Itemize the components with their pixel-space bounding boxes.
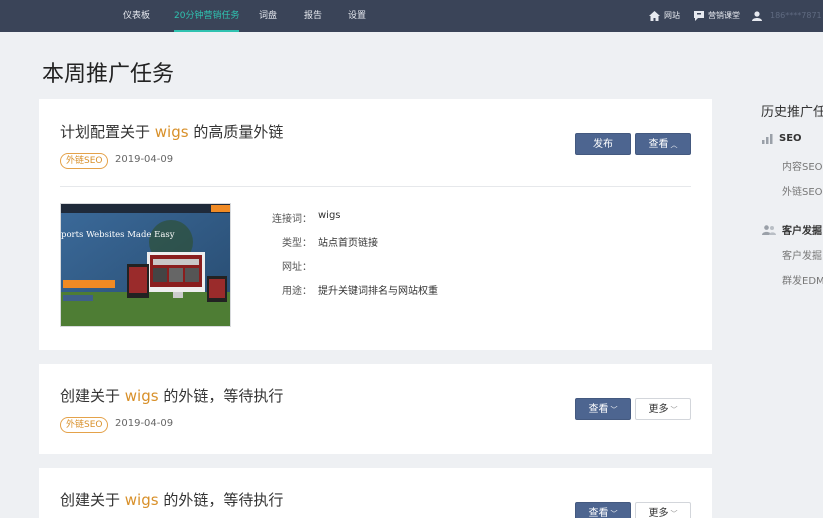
page-title: 本周推广任务 [42,62,175,87]
task-title-prefix: 计划配置关于 [60,123,155,141]
task-title-suffix: 的高质量外链 [188,123,284,141]
task-title-suffix: 的外链，等待执行 [158,387,284,405]
bar-chart-icon [762,133,773,144]
nav-20min-marketing-tasks[interactable]: 20分钟营销任务 [174,0,240,32]
detail-type-value: 站点首页链接 [318,238,378,249]
chevron-down-icon: ﹀ [610,510,618,518]
chevron-down-icon: ﹀ [670,406,678,414]
users-icon [762,224,776,235]
nav-reports[interactable]: 报告 [304,0,322,32]
view-button-label: 查看 [648,139,669,150]
sidebar-group-seo: SEO [762,133,802,144]
chevron-down-icon: ﹀ [610,406,618,414]
nav-user-phone: 186****7871 [770,11,822,20]
sidebar-item-bulk-edm[interactable]: 群发EDM [782,272,823,287]
view-button[interactable]: 查看 ﹀ [575,502,631,518]
more-button[interactable]: 更多 ﹀ [635,398,691,420]
more-button-label: 更多 [648,404,669,415]
website-preview-image [61,204,230,326]
task-date: 2019-04-09 [115,418,174,429]
chevron-down-icon: ﹀ [670,510,678,518]
task-title: 创建关于 wigs 的外链，等待执行 [60,489,283,510]
top-nav: 仪表板 20分钟营销任务 词盘 报告 设置 网站 营销课堂 186****787… [0,0,823,32]
task-card: 创建关于 wigs 的外链，等待执行 外链SEO 2019-04-09 查看 ﹀ … [39,364,712,454]
task-title: 计划配置关于 wigs 的高质量外链 [60,121,283,142]
chat-icon [694,11,704,21]
card-divider [60,186,691,187]
view-button-label: 查看 [588,404,609,415]
nav-user-account[interactable]: 186****7871 [752,0,822,32]
view-button[interactable]: 查看 ﹀ [575,398,631,420]
task-tag: 外链SEO [60,417,109,433]
detail-purpose-label: 用途： [282,286,312,297]
detail-keyword-value: wigs [318,210,341,221]
history-tasks-title: 历史推广任 [761,105,823,120]
view-button[interactable]: 查看 ︿ [635,133,691,155]
view-button-label: 查看 [588,508,609,518]
task-title-keyword: wigs [124,387,159,405]
nav-active-indicator [174,30,240,32]
thumb-headline: ports Websites Made Easy [61,230,175,240]
detail-purpose-value: 提升关键词排名与网站权重 [318,286,438,297]
task-title-prefix: 创建关于 [60,387,125,405]
sidebar-item-customer-discovery[interactable]: 客户发掘 [782,247,822,262]
task-date: 2019-04-09 [115,154,174,165]
detail-url-label: 网址： [282,262,312,273]
task-tag: 外链SEO [60,153,109,169]
sidebar-group-customer-label: 客户发掘 [782,226,822,237]
task-title-keyword: wigs [154,123,189,141]
nav-dashboard[interactable]: 仪表板 [123,0,150,32]
task-card: 计划配置关于 wigs 的高质量外链 外链SEO 2019-04-09 发布 查… [39,99,712,350]
task-title-keyword: wigs [124,491,159,509]
publish-button[interactable]: 发布 [575,133,631,155]
user-icon [752,11,762,21]
nav-marketing-class-link[interactable]: 营销课堂 [694,0,740,32]
sidebar-item-link-seo[interactable]: 外链SEO [782,183,823,198]
task-title-suffix: 的外链，等待执行 [158,491,284,509]
nav-marketing-class-label: 营销课堂 [708,11,740,20]
chevron-up-icon: ︿ [670,141,678,149]
task-title-prefix: 创建关于 [60,491,125,509]
task-card: 创建关于 wigs 的外链，等待执行 查看 ﹀ 更多 ﹀ [39,468,712,518]
more-button-label: 更多 [648,508,669,518]
nav-website-label: 网站 [664,11,680,20]
task-title: 创建关于 wigs 的外链，等待执行 [60,385,283,406]
nav-website-link[interactable]: 网站 [649,0,680,32]
home-icon [649,11,660,21]
sidebar-item-content-seo[interactable]: 内容SEO [782,158,823,173]
website-thumbnail: ports Websites Made Easy [60,203,231,327]
more-button[interactable]: 更多 ﹀ [635,502,691,518]
detail-type-label: 类型： [282,238,312,249]
nav-20min-marketing-tasks-label: 20分钟营销任务 [174,11,240,21]
sidebar-group-customer: 客户发掘 [762,222,822,237]
detail-keyword-label: 连接词： [272,214,312,225]
nav-settings[interactable]: 设置 [348,0,366,32]
nav-keyword-pool[interactable]: 词盘 [259,0,277,32]
sidebar-group-seo-label: SEO [779,133,802,144]
